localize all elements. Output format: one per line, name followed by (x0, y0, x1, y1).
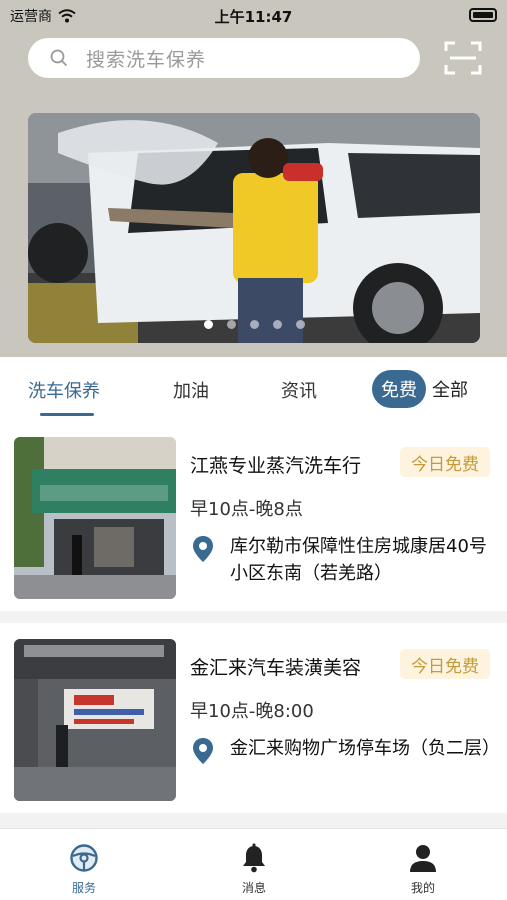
scan-icon[interactable] (444, 40, 482, 76)
nav-label: 我的 (410, 881, 435, 895)
bell-icon (243, 843, 265, 873)
nav-service[interactable]: 服务 (54, 843, 114, 896)
shop-photo (14, 639, 176, 801)
location-pin-icon (193, 738, 213, 764)
category-tabs: 洗车保养 加油 资讯 免费 全部 (0, 357, 507, 421)
tab-indicator (40, 413, 94, 416)
main-content: 洗车保养 加油 资讯 免费 全部 江燕专业蒸汽洗车行 今日免费 早10点-晚8点 (0, 357, 507, 827)
tab-fuel[interactable]: 加油 (173, 377, 209, 403)
nav-profile[interactable]: 我的 (393, 843, 453, 896)
location-pin-icon (193, 536, 213, 562)
free-today-badge: 今日免费 (400, 649, 490, 679)
shop-address: 金汇来购物广场停车场（负二层） (230, 738, 500, 759)
shop-hours: 早10点-晚8点 (190, 499, 303, 520)
nav-messages[interactable]: 消息 (224, 843, 284, 896)
shop-name: 金汇来汽车装潢美容 (190, 657, 362, 679)
search-placeholder: 搜索洗车保养 (86, 48, 207, 71)
nav-label: 服务 (71, 881, 96, 895)
banner-carousel[interactable] (28, 113, 480, 343)
search-icon (50, 49, 68, 67)
tab-news[interactable]: 资讯 (281, 377, 317, 403)
shop-card[interactable]: 江燕专业蒸汽洗车行 今日免费 早10点-晚8点 库尔勒市保障性住房城康居40号小… (0, 421, 507, 611)
nav-label: 消息 (241, 881, 266, 895)
shop-card[interactable]: 金汇来汽车装潢美容 今日免费 早10点-晚8:00 金汇来购物广场停车场（负二层… (0, 623, 507, 813)
shop-address: 库尔勒市保障性住房城康居40号小区东南（若羌路） (230, 536, 487, 584)
steering-wheel-icon (70, 844, 98, 872)
carousel-dot[interactable] (272, 320, 282, 329)
free-today-badge: 今日免费 (400, 447, 490, 477)
free-all-toggle: 免费 全部 (372, 370, 484, 408)
shop-photo (14, 437, 176, 599)
battery-icon (469, 8, 497, 22)
filter-free-button[interactable]: 免费 (372, 370, 426, 408)
carousel-dot[interactable] (249, 320, 259, 329)
carousel-dot[interactable] (226, 320, 236, 329)
carousel-dots (28, 320, 480, 329)
carousel-dot[interactable] (295, 320, 305, 329)
tab-car-wash[interactable]: 洗车保养 (28, 377, 100, 403)
filter-all-button[interactable]: 全部 (432, 376, 468, 402)
search-input[interactable]: 搜索洗车保养 (28, 38, 420, 78)
user-icon (410, 845, 436, 872)
status-bar: 运营商 上午11:47 (0, 0, 507, 30)
banner-image (28, 113, 480, 343)
status-time: 上午11:47 (214, 8, 293, 26)
shop-name: 江燕专业蒸汽洗车行 (190, 455, 362, 477)
header-area: 运营商 上午11:47 搜索洗车保养 (0, 0, 507, 357)
shop-hours: 早10点-晚8:00 (190, 701, 314, 722)
carousel-dot[interactable] (203, 320, 213, 329)
bottom-nav: 服务 消息 我的 (0, 828, 507, 900)
